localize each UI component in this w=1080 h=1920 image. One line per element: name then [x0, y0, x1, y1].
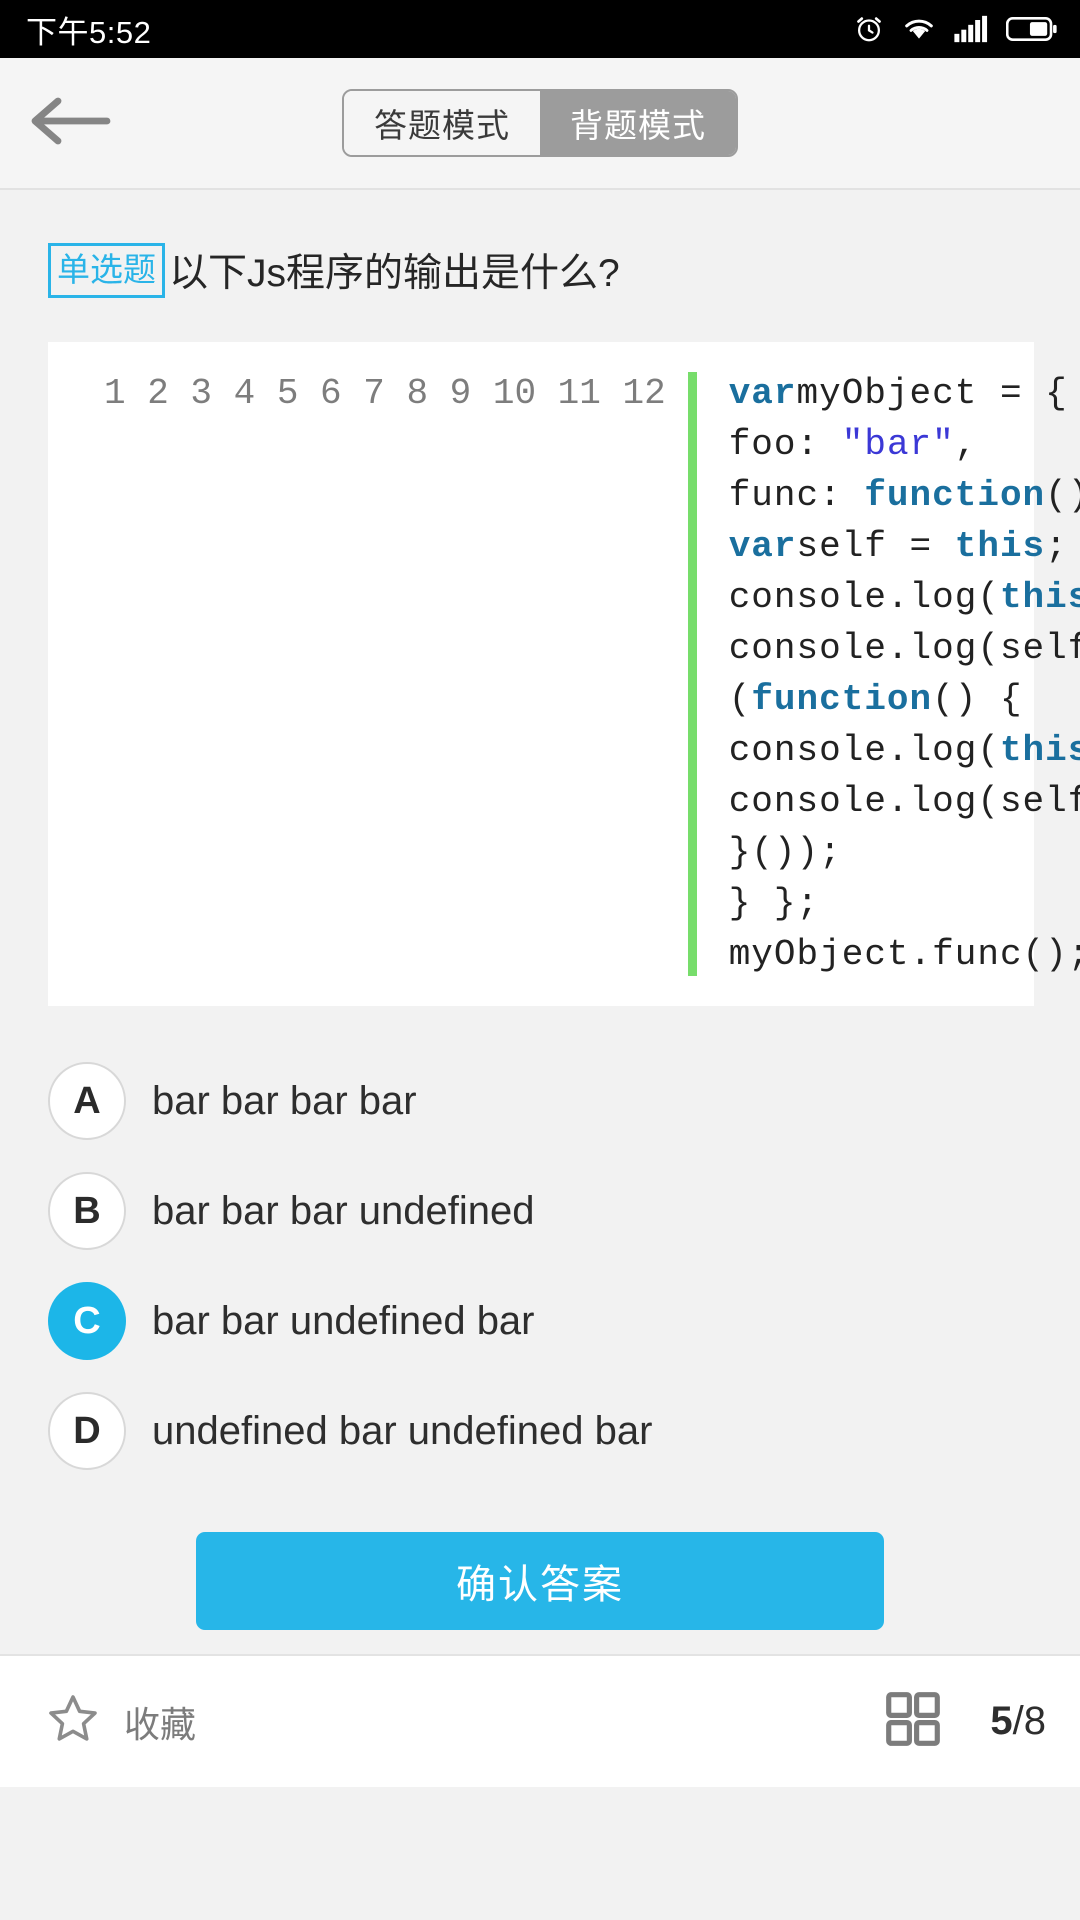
- code-text: () {: [1045, 475, 1080, 516]
- question-header: 单选题 以下Js程序的输出是什么?: [0, 190, 1080, 298]
- question-text: 以下Js程序的输出是什么?: [169, 252, 620, 295]
- tab-answer-mode[interactable]: 答题模式: [344, 91, 540, 155]
- code-line: console.log(self.foo);: [729, 623, 1080, 674]
- answer-options-list: Abar bar bar bar Bbar bar bar undefined Cb…: [0, 1046, 1080, 1486]
- code-text: myObject = {: [796, 373, 1068, 414]
- progress-separator: /: [1012, 1699, 1024, 1743]
- code-line: console.log(self.foo);: [729, 776, 1080, 827]
- confirm-area: 确认答案: [0, 1486, 1080, 1630]
- code-keyword: var: [728, 373, 797, 414]
- code-text: }());: [728, 832, 842, 873]
- code-text: () {: [932, 679, 1023, 720]
- tab-memorize-mode[interactable]: 背题模式: [540, 91, 736, 155]
- code-text: (: [728, 679, 752, 720]
- option-key-badge: A: [48, 1062, 126, 1140]
- bottom-bar-right: 5/8: [882, 1688, 1046, 1755]
- code-line: func: function() {: [729, 470, 1080, 521]
- code-text: console.log(self.foo);: [728, 781, 1080, 822]
- code-source: varmyObject = {foo: "bar", func: function…: [697, 368, 1080, 980]
- option-label: undefined bar undefined bar: [152, 1408, 653, 1453]
- code-accent-rule: [687, 372, 697, 976]
- code-text: console.log(: [728, 577, 1000, 618]
- option-b[interactable]: Bbar bar bar undefined: [0, 1156, 1080, 1266]
- code-text: foo:: [728, 424, 842, 465]
- progress-total: 8: [1023, 1699, 1046, 1743]
- confirm-answer-button[interactable]: 确认答案: [196, 1532, 884, 1630]
- code-line: varmyObject = {: [729, 368, 1080, 419]
- back-button[interactable]: [0, 57, 140, 189]
- code-line-numbers: 1 2 3 4 5 6 7 8 9 10 11 12: [104, 373, 666, 414]
- code-keyword: function: [864, 475, 1046, 516]
- question-content: 单选题 以下Js程序的输出是什么? 1 2 3 4 5 6 7 8 9 10 1…: [0, 190, 1080, 1787]
- code-line: console.log(this.foo);: [729, 572, 1080, 623]
- code-text: self =: [796, 526, 955, 567]
- code-text: ;: [1045, 526, 1068, 567]
- code-keyword: this: [999, 730, 1080, 771]
- code-line: } };: [729, 878, 1080, 929]
- code-text: console.log(self.foo);: [728, 628, 1080, 669]
- star-outline-icon: [44, 1690, 102, 1753]
- code-keyword: function: [751, 679, 933, 720]
- app-header: 答题模式 背题模式: [0, 58, 1080, 190]
- question-type-badge: 单选题: [48, 242, 165, 298]
- grid-icon[interactable]: [882, 1688, 944, 1755]
- option-key-badge: C: [48, 1282, 126, 1360]
- code-line: (function() {: [729, 674, 1080, 725]
- code-text: func:: [728, 475, 865, 516]
- option-key-badge: D: [48, 1392, 126, 1470]
- progress-current: 5: [990, 1699, 1013, 1743]
- option-key-badge: B: [48, 1172, 126, 1250]
- code-block: 1 2 3 4 5 6 7 8 9 10 11 12 varmyObject =…: [48, 342, 1080, 1006]
- code-line: }());: [729, 827, 1080, 878]
- option-c[interactable]: Cbar bar undefined bar: [0, 1266, 1080, 1376]
- code-text: myObject.func();: [728, 934, 1080, 975]
- status-bar: 下午5:52: [0, 0, 1080, 58]
- option-label: bar bar bar bar: [152, 1078, 417, 1123]
- status-bar-icons: [853, 13, 1058, 45]
- option-d[interactable]: Dundefined bar undefined bar: [0, 1376, 1080, 1486]
- code-text: console.log(: [728, 730, 1000, 771]
- code-string: "bar": [841, 424, 955, 465]
- code-line: foo: "bar",: [729, 419, 1080, 470]
- option-label: bar bar bar undefined: [152, 1188, 535, 1233]
- battery-icon: [1006, 15, 1058, 43]
- signal-icon: [953, 15, 989, 43]
- alarm-icon: [853, 13, 885, 45]
- code-text: } };: [728, 883, 820, 924]
- option-label: bar bar undefined bar: [152, 1298, 535, 1343]
- code-line: console.log(this.foo);: [729, 725, 1080, 776]
- favorite-button[interactable]: 收藏: [44, 1690, 196, 1753]
- code-keyword: this: [954, 526, 1046, 567]
- bottom-bar: 收藏 5/8: [0, 1654, 1080, 1787]
- status-bar-time: 下午5:52: [26, 14, 152, 50]
- wifi-icon: [902, 14, 936, 44]
- code-line: myObject.func();: [729, 929, 1080, 980]
- progress-indicator: 5/8: [990, 1699, 1046, 1744]
- code-text: ,: [954, 424, 978, 465]
- code-keyword: this: [999, 577, 1080, 618]
- favorite-label: 收藏: [124, 1703, 197, 1745]
- back-arrow-icon: [27, 93, 113, 154]
- option-a[interactable]: Abar bar bar bar: [0, 1046, 1080, 1156]
- code-keyword: var: [728, 526, 797, 567]
- code-line: varself = this;: [729, 521, 1080, 572]
- mode-toggle-group: 答题模式 背题模式: [342, 89, 738, 157]
